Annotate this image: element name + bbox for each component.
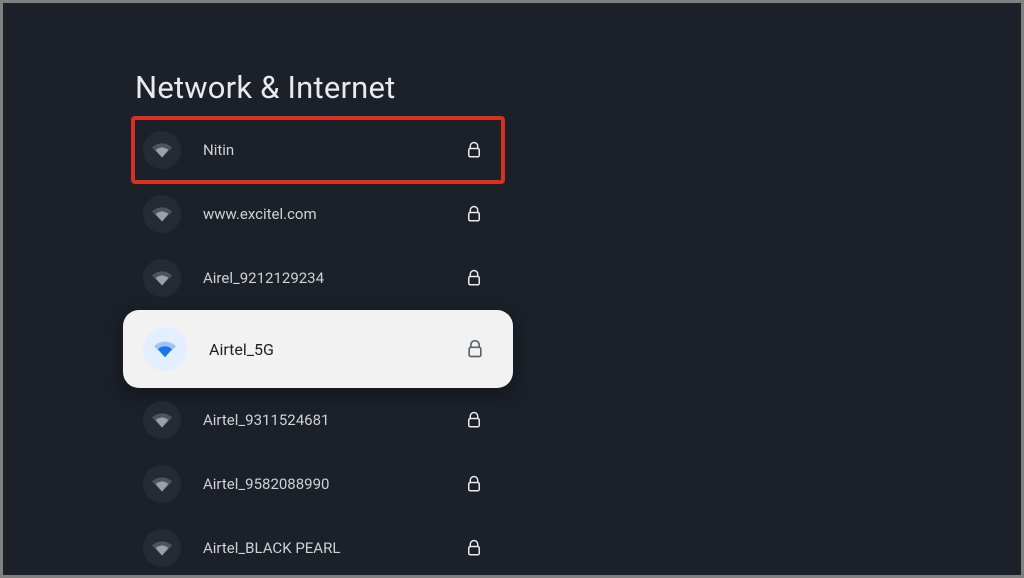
wifi-icon [152, 204, 172, 224]
lock-icon [465, 411, 483, 429]
lock-icon [465, 205, 483, 223]
wifi-row[interactable]: Nitin [133, 118, 503, 182]
wifi-icon-wrap [143, 529, 181, 567]
wifi-icon-wrap [143, 401, 181, 439]
wifi-row[interactable]: Airel_9212129234 [133, 246, 503, 310]
lock-icon [465, 339, 485, 359]
wifi-row[interactable]: Airtel_BLACK PEARL [133, 516, 503, 575]
lock-icon [465, 269, 483, 287]
wifi-icon [152, 474, 172, 494]
wifi-icon [154, 338, 176, 360]
wifi-ssid: Airel_9212129234 [203, 269, 465, 287]
wifi-ssid: Airtel_BLACK PEARL [203, 539, 465, 557]
wifi-ssid: Nitin [203, 141, 465, 159]
lock-icon [465, 539, 483, 557]
wifi-row[interactable]: Airtel_9582088990 [133, 452, 503, 516]
wifi-ssid: Airtel_5G [209, 340, 465, 359]
lock-icon [465, 141, 483, 159]
wifi-icon [152, 538, 172, 558]
wifi-icon [152, 140, 172, 160]
wifi-icon [152, 410, 172, 430]
settings-panel: Network & Internet Nitin www.excitel.com… [133, 69, 503, 575]
wifi-row[interactable]: Airtel_9311524681 [133, 388, 503, 452]
wifi-ssid: Airtel_9311524681 [203, 411, 465, 429]
lock-icon [465, 475, 483, 493]
wifi-icon-wrap [143, 259, 181, 297]
wifi-ssid: Airtel_9582088990 [203, 475, 465, 493]
page-title: Network & Internet [135, 69, 503, 106]
wifi-icon-wrap [143, 131, 181, 169]
settings-screen: Network & Internet Nitin www.excitel.com… [3, 3, 1021, 575]
wifi-ssid: www.excitel.com [203, 205, 465, 223]
wifi-icon-wrap [143, 195, 181, 233]
wifi-row[interactable]: Airtel_5G [123, 310, 513, 388]
wifi-row[interactable]: www.excitel.com [133, 182, 503, 246]
wifi-list: Nitin www.excitel.com Airel_9212129234 A… [133, 118, 503, 575]
wifi-icon [152, 268, 172, 288]
wifi-icon-wrap [143, 327, 187, 371]
wifi-icon-wrap [143, 465, 181, 503]
